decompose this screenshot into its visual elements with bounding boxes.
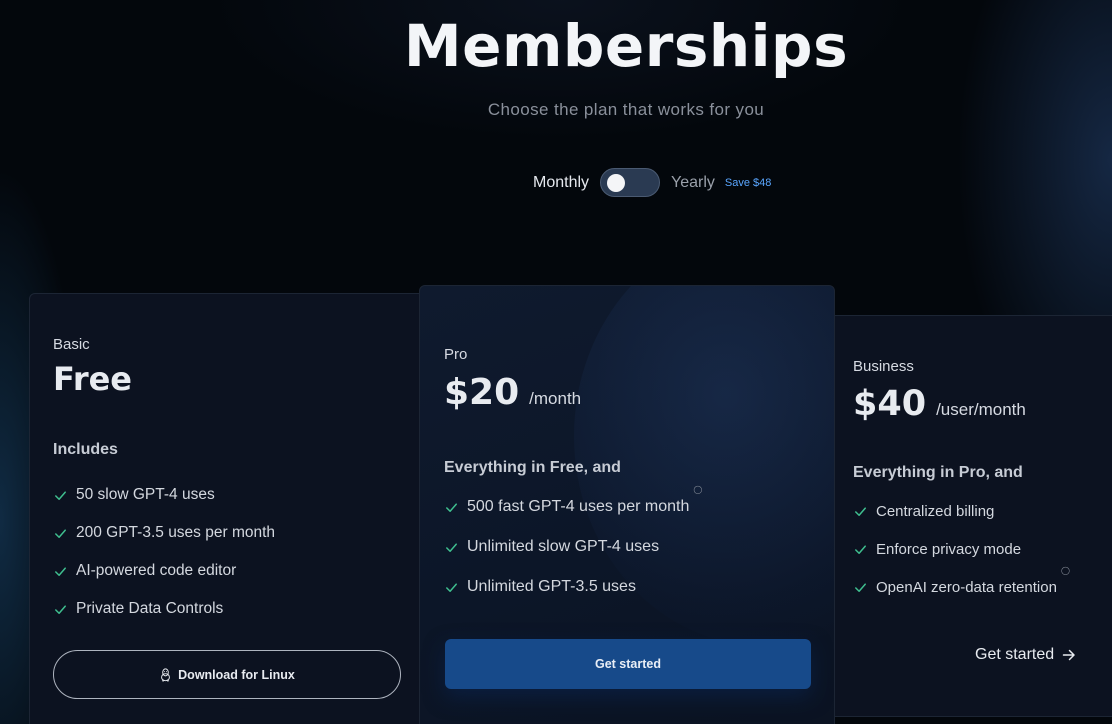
arrow-right-icon: [1062, 649, 1075, 661]
feature-list: 500 fast GPT-4 uses per month ◯ Unlimite…: [444, 485, 702, 607]
feature-text: OpenAI zero-data retention: [876, 578, 1057, 596]
feature-item: Enforce privacy mode: [853, 530, 1070, 568]
plan-name: Basic: [53, 336, 90, 353]
price-row: $20 /month: [444, 372, 581, 413]
monthly-label[interactable]: Monthly: [533, 174, 589, 192]
features-heading: Everything in Pro, and: [853, 464, 1023, 481]
plan-price: $40: [853, 384, 927, 424]
features-heading: Includes: [53, 441, 118, 458]
feature-text: Centralized billing: [876, 502, 995, 520]
feature-text: Enforce privacy mode: [876, 540, 1022, 558]
page-subtitle: Choose the plan that works for you: [487, 100, 765, 119]
download-linux-label: Download for Linux: [178, 667, 295, 682]
feature-list: 50 slow GPT-4 uses 200 GPT-3.5 uses per …: [53, 476, 275, 628]
check-icon: [55, 490, 66, 500]
features-heading: Everything in Free, and: [444, 459, 621, 476]
price-row: Free: [53, 360, 132, 398]
plan-name: Business: [853, 358, 914, 375]
feature-text: Private Data Controls: [76, 600, 224, 617]
feature-text: 500 fast GPT-4 uses per month: [467, 498, 690, 515]
plan-card-business: Business $40 /user/month Everything in P…: [835, 315, 1112, 717]
feature-item: OpenAI zero-data retention ◯: [853, 566, 1070, 606]
switch-knob: [607, 174, 626, 192]
check-icon: [855, 544, 866, 554]
business-get-started-button[interactable]: Get started: [975, 646, 1076, 664]
check-icon: [55, 528, 66, 538]
plan-period: /user/month: [936, 400, 1026, 419]
linux-icon: [161, 667, 171, 682]
plan-card-pro: Pro $20 /month Everything in Free, and 5…: [419, 285, 835, 724]
feature-item: 50 slow GPT-4 uses: [53, 476, 275, 514]
feature-item: Centralized billing: [853, 492, 1070, 530]
feature-list: Centralized billing Enforce privacy mode…: [853, 492, 1070, 606]
feature-text: 200 GPT-3.5 uses per month: [76, 524, 276, 541]
feature-item: Unlimited GPT-3.5 uses: [444, 567, 702, 607]
check-icon: [55, 604, 66, 614]
billing-switch[interactable]: [600, 168, 661, 197]
feature-text: Unlimited slow GPT-4 uses: [467, 538, 660, 555]
feature-text: AI-powered code editor: [76, 562, 237, 579]
feature-item: Private Data Controls: [53, 590, 275, 628]
business-get-started-label: Get started: [975, 646, 1055, 663]
plan-name: Pro: [444, 346, 468, 363]
billing-period-toggle: Monthly Yearly Save $48: [533, 168, 771, 197]
check-icon: [446, 502, 457, 512]
feature-item: Unlimited slow GPT-4 uses: [444, 527, 702, 567]
check-icon: [55, 566, 66, 576]
feature-text: 50 slow GPT-4 uses: [76, 486, 215, 503]
yearly-label[interactable]: Yearly: [671, 174, 715, 192]
download-linux-button[interactable]: Download for Linux: [53, 650, 401, 699]
plan-price: Free: [53, 360, 132, 398]
feature-item: 200 GPT-3.5 uses per month: [53, 514, 275, 552]
plan-card-basic: Basic Free Includes 50 slow GPT-4 uses 2…: [29, 293, 421, 724]
check-icon: [446, 542, 457, 552]
feature-item: 500 fast GPT-4 uses per month ◯: [444, 485, 702, 527]
price-row: $40 /user/month: [853, 384, 1026, 424]
check-icon: [855, 506, 866, 516]
feature-item: AI-powered code editor: [53, 552, 275, 590]
feature-text: Unlimited GPT-3.5 uses: [467, 578, 636, 595]
check-icon: [855, 582, 866, 592]
plan-price: $20: [444, 372, 520, 413]
page-title: Memberships: [403, 12, 849, 80]
plan-period: /month: [529, 389, 582, 408]
save-badge: Save $48: [724, 177, 772, 189]
info-icon[interactable]: ◯: [693, 485, 702, 494]
pro-get-started-button[interactable]: Get started: [445, 639, 811, 689]
info-icon[interactable]: ◯: [1061, 566, 1070, 575]
check-icon: [446, 582, 457, 592]
